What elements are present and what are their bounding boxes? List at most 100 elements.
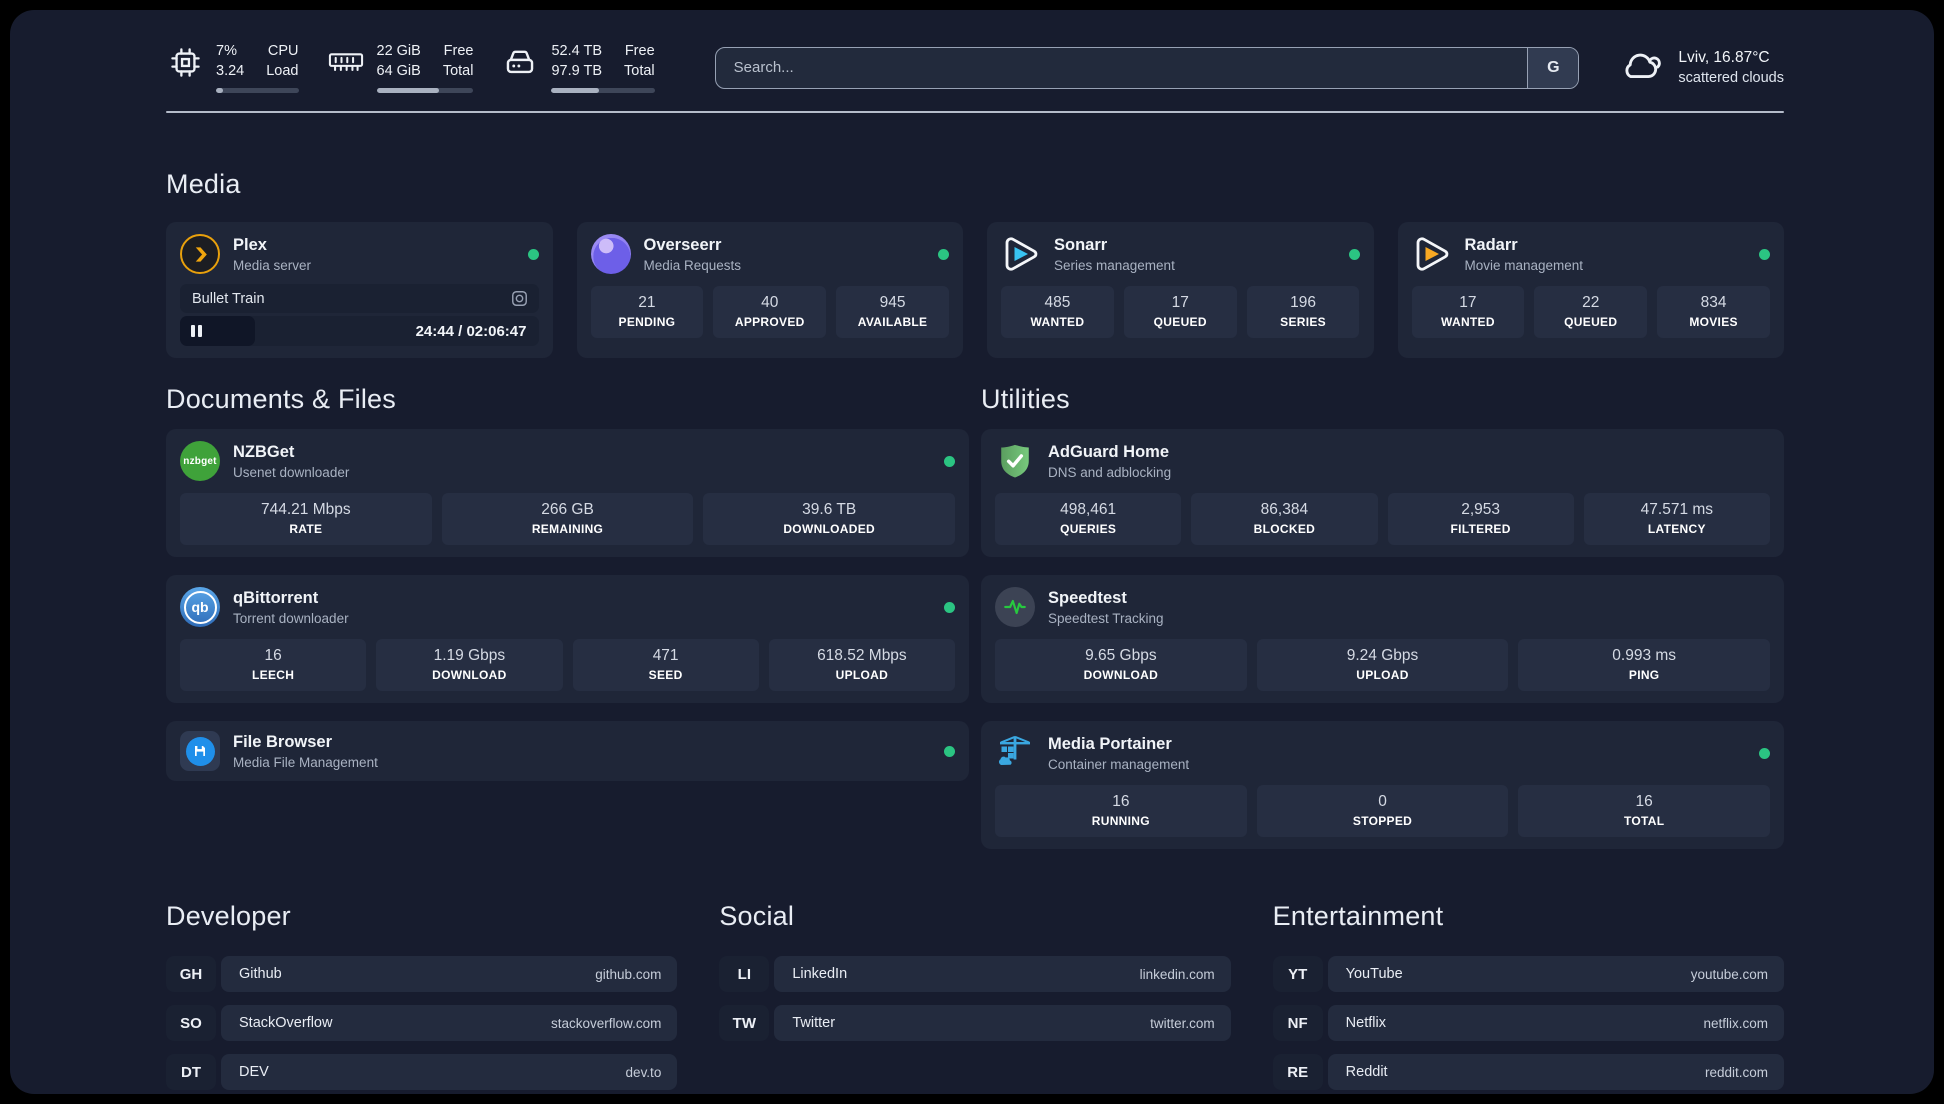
- overseerr-icon: [590, 234, 631, 275]
- app-name: File Browser: [233, 732, 333, 751]
- status-online-dot: [944, 601, 955, 613]
- cpu-icon: [166, 43, 204, 81]
- stat-tile: 47.571 ms LATENCY: [1583, 493, 1770, 546]
- top-bar: 7% 3.24 CPU Load 22 GiB 64 GiB Free Tota…: [166, 10, 1784, 94]
- session-camera-icon[interactable]: [510, 289, 529, 308]
- app-desc: Media File Management: [233, 754, 378, 770]
- stat-tile: 485 WANTED: [1001, 286, 1114, 339]
- stat-tile: 39.6 TB DOWNLOADED: [703, 493, 956, 546]
- ram-icon: [327, 43, 365, 81]
- adguard-icon: [995, 441, 1035, 481]
- app-card-sonarr[interactable]: Sonarr Series management 485 WANTED 17 QUE…: [987, 222, 1374, 359]
- link-dev[interactable]: DT DEV dev.to: [166, 1054, 678, 1091]
- link-url: netflix.com: [1703, 1015, 1768, 1031]
- stat-tile: 40 APPROVED: [713, 286, 827, 339]
- stat-tile: 86,384 BLOCKED: [1191, 493, 1378, 546]
- stat-tile: 0.993 ms PING: [1518, 639, 1771, 692]
- app-card-overseerr[interactable]: Overseerr Media Requests 21 PENDING 40 APP…: [576, 222, 963, 359]
- app-name: Media Portainer: [1048, 734, 1172, 753]
- status-online-dot: [944, 745, 955, 757]
- stat-tile: 17 WANTED: [1411, 286, 1525, 339]
- playback-progress-fill: [180, 316, 256, 347]
- status-online-dot: [944, 455, 955, 467]
- link-linkedin[interactable]: LI LinkedIn linkedin.com: [719, 956, 1231, 993]
- link-name: YouTube: [1345, 966, 1403, 983]
- app-name: Overseerr: [643, 235, 722, 254]
- link-url: twitter.com: [1150, 1015, 1215, 1031]
- link-abbr: RE: [1272, 1054, 1323, 1091]
- app-card-filebrowser[interactable]: File Browser Media File Management: [166, 721, 969, 782]
- speedtest-icon: [995, 587, 1035, 628]
- link-url: dev.to: [625, 1064, 662, 1080]
- link-name: Twitter: [792, 1015, 836, 1032]
- stat-tile: 471 SEED: [572, 639, 759, 692]
- stat-tile: 945 AVAILABLE: [836, 286, 949, 339]
- app-card-qbittorrent[interactable]: qb qBittorrent Torrent downloader 16 LEEC…: [166, 575, 969, 704]
- disk-stat: 52.4 TB 97.9 TB Free Total: [501, 42, 655, 94]
- link-twitter[interactable]: TW Twitter twitter.com: [719, 1005, 1231, 1042]
- link-name: Github: [239, 966, 282, 983]
- stat-tile: 9.65 Gbps DOWNLOAD: [995, 639, 1247, 692]
- cpu-progress-fill: [216, 88, 223, 94]
- nzbget-icon: nzbget: [180, 441, 220, 482]
- link-youtube[interactable]: YT YouTube youtube.com: [1272, 956, 1784, 993]
- link-url: youtube.com: [1690, 966, 1768, 982]
- app-name: Sonarr: [1054, 235, 1108, 254]
- link-name: Reddit: [1345, 1064, 1388, 1081]
- link-stackoverflow[interactable]: SO StackOverflow stackoverflow.com: [166, 1005, 678, 1042]
- stat-tile: 17 QUEUED: [1123, 286, 1237, 339]
- cpu-usage-value: 7%: [216, 43, 237, 59]
- stat-tile: 744.21 Mbps RATE: [180, 493, 432, 546]
- screenshot-frame: 7% 3.24 CPU Load 22 GiB 64 GiB Free Tota…: [0, 0, 1944, 1104]
- now-playing-title: Bullet Train: [192, 290, 265, 307]
- stat-tile: 2,953 FILTERED: [1387, 493, 1574, 546]
- link-abbr: YT: [1272, 956, 1323, 993]
- app-desc: Torrent downloader: [233, 610, 349, 626]
- stat-tile: 1.19 Gbps DOWNLOAD: [376, 639, 563, 692]
- stat-tile: 16 RUNNING: [995, 785, 1247, 838]
- search-bar: G: [714, 46, 1580, 89]
- app-desc: Container management: [1048, 756, 1190, 772]
- links-column-entertainment: Entertainment YT YouTube youtube.com NF N…: [1272, 901, 1784, 1094]
- status-online-dot: [1348, 248, 1360, 260]
- stat-tile: 196 SERIES: [1246, 286, 1360, 339]
- plex-now-playing: Bullet Train 24:44 / 02:06:47: [180, 284, 539, 347]
- app-card-adguard[interactable]: AdGuard Home DNS and adblocking 498,461 Q…: [981, 429, 1784, 558]
- cpu-load-value: 3.24: [216, 62, 245, 79]
- filebrowser-icon: [180, 731, 220, 772]
- disk-progress-fill: [551, 88, 599, 94]
- links-column-developer: Developer GH Github github.com SO StackOv…: [166, 901, 678, 1094]
- cpu-stat: 7% 3.24 CPU Load: [166, 42, 299, 94]
- app-name: AdGuard Home: [1048, 442, 1170, 461]
- app-desc: Media Requests: [643, 257, 742, 273]
- app-desc: Usenet downloader: [233, 464, 350, 480]
- status-online-dot: [1759, 747, 1770, 759]
- ram-progress-fill: [376, 88, 439, 94]
- app-card-portainer[interactable]: Media Portainer Container management 16 R…: [981, 721, 1784, 850]
- link-reddit[interactable]: RE Reddit reddit.com: [1272, 1054, 1784, 1091]
- app-card-plex[interactable]: Plex Media server Bullet Train 24:44 / 0…: [166, 222, 553, 359]
- stat-tile: 618.52 Mbps UPLOAD: [768, 639, 955, 692]
- disk-total-label: Total: [624, 62, 655, 79]
- app-card-radarr[interactable]: Radarr Movie management 17 WANTED 22 QUEUE…: [1397, 222, 1784, 359]
- section-title-entertainment: Entertainment: [1272, 901, 1444, 932]
- ram-stat: 22 GiB 64 GiB Free Total: [327, 42, 474, 94]
- search-engine-button[interactable]: G: [1527, 47, 1579, 88]
- link-name: StackOverflow: [239, 1015, 333, 1032]
- section-title-developer: Developer: [166, 901, 291, 932]
- app-desc: Movie management: [1464, 257, 1584, 273]
- app-card-speedtest[interactable]: Speedtest Speedtest Tracking 9.65 Gbps DO…: [981, 575, 1784, 704]
- link-abbr: LI: [719, 956, 770, 993]
- dashboard: 7% 3.24 CPU Load 22 GiB 64 GiB Free Tota…: [10, 10, 1934, 1094]
- section-title-documents: Documents & Files: [166, 384, 396, 415]
- plex-icon: [180, 234, 220, 275]
- search-input[interactable]: [715, 59, 1528, 77]
- playback-progress-bar[interactable]: 24:44 / 02:06:47: [180, 316, 539, 347]
- ram-total-value: 64 GiB: [376, 62, 421, 79]
- pause-icon: [191, 325, 195, 338]
- link-github[interactable]: GH Github github.com: [166, 956, 678, 993]
- disk-free-label: Free: [624, 43, 655, 59]
- app-card-nzbget[interactable]: nzbget NZBGet Usenet downloader 744.21 M…: [166, 429, 969, 558]
- cloud-icon: [1619, 46, 1665, 89]
- link-netflix[interactable]: NF Netflix netflix.com: [1272, 1005, 1784, 1042]
